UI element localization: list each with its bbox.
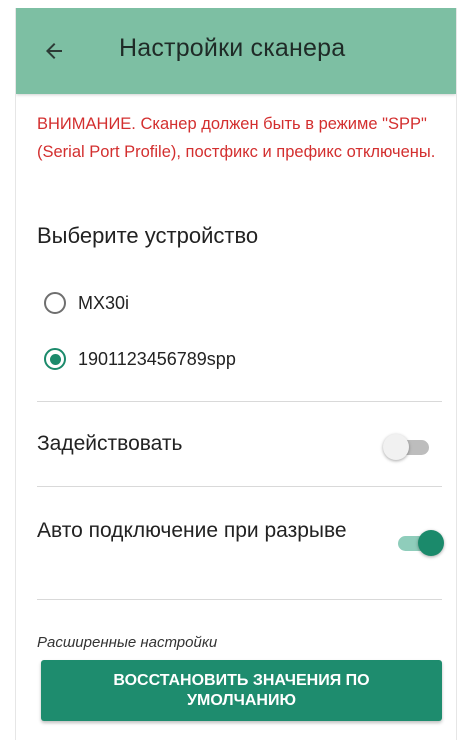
back-button[interactable]	[36, 33, 72, 69]
divider	[37, 401, 442, 402]
auto-reconnect-label: Авто подключение при разрыве	[37, 519, 347, 542]
enable-label: Задействовать	[37, 432, 183, 455]
screen: Настройки сканера ВНИМАНИЕ. Сканер долже…	[0, 0, 459, 740]
radio-unchecked-icon[interactable]	[44, 292, 66, 314]
device-option-mx30i[interactable]: MX30i	[44, 292, 129, 314]
edge-left	[0, 0, 8, 740]
app-bar: Настройки сканера	[16, 8, 456, 94]
auto-reconnect-switch[interactable]	[394, 528, 444, 558]
switch-thumb	[383, 434, 409, 460]
device-option-1901123456789spp[interactable]: 1901123456789spp	[44, 348, 236, 370]
radio-checked-icon[interactable]	[44, 348, 66, 370]
reset-defaults-button[interactable]: ВОССТАНОВИТЬ ЗНАЧЕНИЯ ПО УМОЛЧАНИЮ	[41, 660, 442, 721]
enable-switch[interactable]	[383, 432, 433, 462]
device-section-title: Выберите устройство	[37, 223, 259, 248]
warning-text: ВНИМАНИЕ. Сканер должен быть в режиме "S…	[37, 115, 436, 161]
divider	[37, 486, 442, 487]
advanced-settings-header: Расширенные настройки	[37, 634, 218, 651]
divider	[37, 599, 442, 600]
device-option-label: MX30i	[78, 292, 130, 313]
switch-thumb	[418, 530, 444, 556]
radio-dot	[49, 353, 61, 365]
device-option-label: 1901123456789spp	[78, 348, 236, 369]
settings-page: Настройки сканера ВНИМАНИЕ. Сканер долже…	[15, 8, 457, 740]
arrow-left-icon	[46, 43, 62, 59]
page-title: Настройки сканера	[119, 34, 346, 62]
